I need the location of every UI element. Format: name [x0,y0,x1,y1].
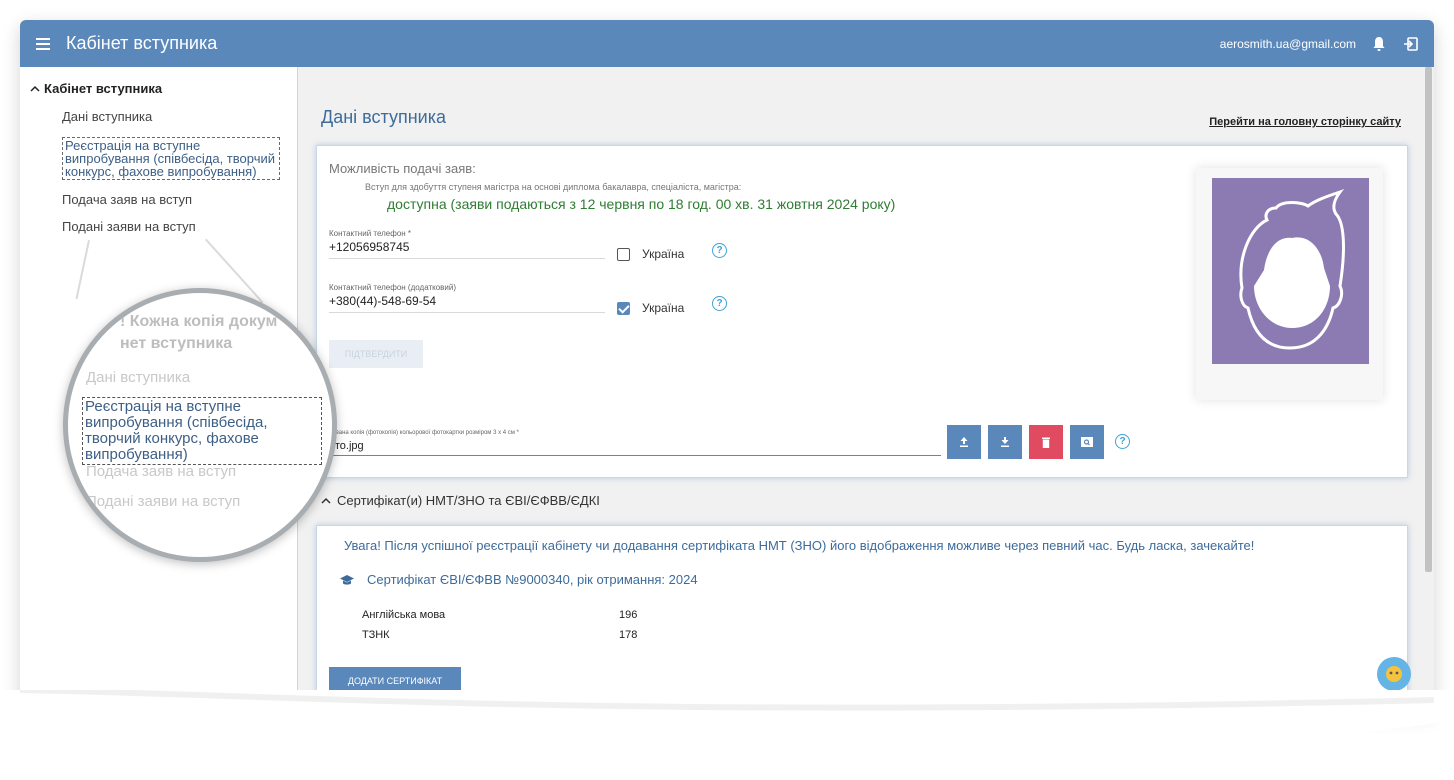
bell-icon[interactable] [1370,35,1388,53]
phone2-label: Контактний телефон (додатковий) [329,283,457,292]
phone-ukraine-checkbox[interactable] [617,248,630,261]
phone-ukraine-label: Україна [642,247,685,261]
decorative-wave [0,690,1454,760]
home-page-link[interactable]: Перейти на головну сторінку сайту [1209,116,1401,128]
phone2-ukraine-checkbox[interactable] [617,302,630,315]
upload-icon [960,437,968,447]
certificates-toggle[interactable]: Сертифікат(и) НМТ/ЗНО та ЄВІ/ЄФВВ/ЄДКІ [321,493,600,508]
preview-button[interactable] [1070,425,1104,459]
zoom-item-submitted-applications: Подані заяви на вступ [86,493,241,510]
zoom-warning-text: ! Кожна копія докум [120,313,278,330]
photo-file-input[interactable]: ото.jpg [329,436,941,456]
subject-name: Англійська мова [362,609,446,621]
sidebar-item-applicant-data[interactable]: Дані вступника [62,110,152,123]
phone-field[interactable]: Контактний телефон * +12056958745 [329,229,605,259]
preview-icon [1081,437,1093,447]
chat-bot-icon [1386,666,1402,682]
download-button[interactable] [988,425,1022,459]
sidebar-item-submitted-applications[interactable]: Подані заяви на вступ [62,220,196,233]
photo-file-field[interactable]: нована копія (фотокопія) кольорової фото… [329,430,941,456]
help-icon[interactable]: ? [712,296,727,311]
zoom-item-exam-registration: Реєстрація на вступне випробування (спів… [82,397,322,465]
scrollbar[interactable] [1423,67,1434,710]
trash-icon [1042,437,1050,448]
phone-input[interactable]: +12056958745 [329,238,605,259]
help-icon[interactable]: ? [1115,434,1130,449]
sidebar-section-title: Кабінет вступника [44,81,163,96]
certificate-notice: Увага! Після успішної реєстрації кабінет… [344,538,1255,553]
upload-button[interactable] [947,425,981,459]
certificate-title-text: Сертифікат ЄВІ/ЄФВВ №9000340, рік отрима… [367,572,698,587]
zoom-item-submit-application: Подача заяв на вступ [86,463,237,480]
phone2-field[interactable]: Контактний телефон (додатковий) +380(44)… [329,283,605,313]
applicant-data-card: Можливість подачі заяв: Вступ для здобут… [316,145,1408,478]
help-icon[interactable]: ? [712,243,727,258]
applications-heading: Можливість подачі заяв: [329,161,476,176]
chevron-up-icon [30,81,40,96]
zoom-magnifier: ! Кожна копія докум нет вступника Дані в… [63,288,337,562]
graduation-cap-icon [340,574,354,585]
sidebar-section-header[interactable]: Кабінет вступника [30,81,162,96]
phone2-input[interactable]: +380(44)-548-69-54 [329,292,605,313]
subject-score: 196 [619,609,638,621]
certificate-title: Сертифікат ЄВІ/ЄФВВ №9000340, рік отрима… [339,572,698,587]
phone-label: Контактний телефон * [329,229,412,238]
sidebar-item-submit-application[interactable]: Подача заяв на вступ [62,193,192,206]
degree-note: Вступ для здобуття ступеня магістра на о… [365,182,742,192]
delete-button[interactable] [1029,425,1063,459]
zoom-item-applicant-data: Дані вступника [86,369,191,386]
confirm-button[interactable]: ПІДТВЕРДИТИ [329,340,423,368]
subject-score: 178 [619,629,638,641]
top-app-bar: Кабінет вступника aerosmith.ua@gmail.com [20,20,1434,67]
main-content: Дані вступника Перейти на головну сторін… [299,67,1423,710]
photo-frame [1196,168,1383,400]
avatar-icon [1239,189,1345,350]
hamburger-menu-icon[interactable] [34,33,56,55]
applications-status: доступна (заяви подаються з 12 червня по… [387,196,896,212]
certificates-card: Увага! Після успішної реєстрації кабінет… [316,525,1408,707]
user-email: aerosmith.ua@gmail.com [1219,36,1356,51]
subject-name: ТЗНК [362,629,390,641]
chevron-up-icon [321,497,331,504]
page-title: Дані вступника [321,107,446,127]
chat-widget-button[interactable] [1377,657,1411,691]
phone2-ukraine-label: Україна [642,301,685,315]
certificates-toggle-label: Сертифікат(и) НМТ/ЗНО та ЄВІ/ЄФВВ/ЄДКІ [337,493,600,508]
scrollbar-thumb[interactable] [1425,67,1432,572]
download-icon [1001,437,1009,447]
sidebar-item-exam-registration[interactable]: Реєстрація на вступне випробування (спів… [62,137,280,180]
zoom-section-title: нет вступника [120,335,233,352]
logout-icon[interactable] [1402,35,1420,53]
app-title: Кабінет вступника [66,33,218,53]
avatar-placeholder [1212,178,1369,364]
